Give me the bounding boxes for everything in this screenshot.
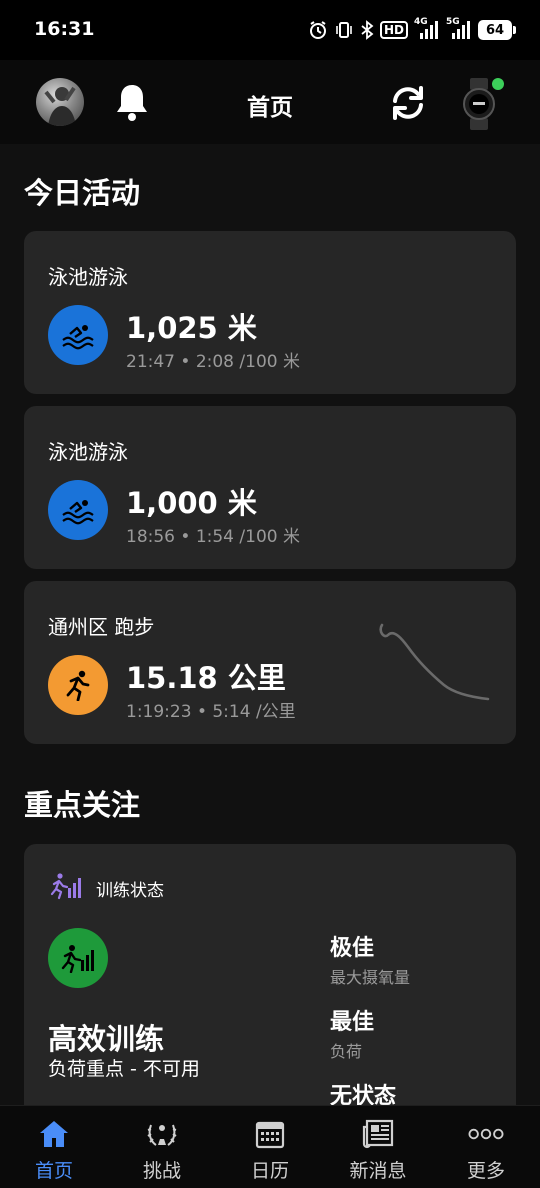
- swimming-icon: [48, 305, 108, 365]
- activity-title: 通州区 跑步: [48, 615, 155, 639]
- alarm-icon: [308, 20, 328, 40]
- productive-training-icon: [48, 928, 108, 988]
- activity-detail: 1:19:23 • 5:14 /公里: [126, 702, 296, 722]
- status-bar: 16:31 HD 4G 5G 64: [0, 0, 540, 60]
- bottom-navigation: 首页 挑战 日历 新消息 更多: [0, 1105, 540, 1188]
- page-title: 首页: [247, 95, 293, 121]
- status-time: 16:31: [34, 18, 95, 40]
- nav-label: 新消息: [349, 1160, 407, 1182]
- route-map-thumbnail: [379, 623, 490, 701]
- status-icons: HD 4G 5G 64: [308, 16, 516, 44]
- nav-label: 首页: [34, 1160, 73, 1182]
- metric-label: 最大摄氧量: [330, 968, 411, 987]
- nav-label: 日历: [250, 1160, 289, 1182]
- laurel-icon: [144, 1118, 180, 1150]
- activity-detail: 21:47 • 2:08 /100 米: [126, 352, 300, 372]
- running-icon: [48, 655, 108, 715]
- nav-news[interactable]: 新消息: [324, 1106, 432, 1188]
- metric-label: 负荷: [330, 1042, 363, 1061]
- swimming-icon: [48, 480, 108, 540]
- activity-card[interactable]: 通州区 跑步 15.18 公里 1:19:23 • 5:14 /公里: [24, 581, 516, 744]
- watch-device-icon[interactable]: [462, 78, 496, 130]
- training-status-icon: [50, 872, 82, 900]
- metric-value: 极佳: [330, 936, 375, 961]
- news-icon: [360, 1118, 396, 1150]
- hd-badge: HD: [379, 21, 408, 39]
- activity-detail: 18:56 • 1:54 /100 米: [126, 527, 300, 547]
- metric-value: 最佳: [330, 1010, 375, 1035]
- more-icon: [468, 1118, 504, 1150]
- activity-distance: 15.18 公里: [126, 661, 286, 695]
- signal-4g-icon: 4G: [414, 17, 440, 41]
- watch-connected-dot: [492, 78, 504, 90]
- home-icon: [36, 1118, 72, 1150]
- vibrate-icon: [334, 20, 354, 40]
- nav-challenges[interactable]: 挑战: [108, 1106, 216, 1188]
- today-section-title: 今日活动: [24, 176, 141, 210]
- focus-section-title: 重点关注: [24, 788, 141, 822]
- activity-title: 泳池游泳: [48, 265, 128, 289]
- battery-indicator: 64: [478, 20, 516, 40]
- nav-calendar[interactable]: 日历: [216, 1106, 324, 1188]
- nav-more[interactable]: 更多: [432, 1106, 540, 1188]
- activity-card[interactable]: 泳池游泳 1,025 米 21:47 • 2:08 /100 米: [24, 231, 516, 394]
- activity-distance: 1,025 米: [126, 311, 257, 345]
- network-type-label: 4G: [414, 17, 428, 27]
- metric-vo2max: 极佳 最大摄氧量: [330, 930, 410, 988]
- nav-home[interactable]: 首页: [0, 1106, 108, 1188]
- training-status-header: 训练状态: [96, 881, 164, 901]
- signal-5g-icon: 5G: [446, 17, 472, 41]
- sync-icon[interactable]: [387, 82, 429, 124]
- training-status-card[interactable]: 训练状态 高效训练 负荷重点 - 不可用 极佳 最大摄氧量 最佳 负荷 无状态: [24, 844, 516, 1134]
- bluetooth-icon: [360, 20, 374, 40]
- nav-label: 更多: [466, 1160, 505, 1182]
- app-bar: 首页: [0, 60, 540, 144]
- metric-load: 最佳 负荷: [330, 1004, 374, 1062]
- activity-distance: 1,000 米: [126, 486, 257, 520]
- activity-title: 泳池游泳: [48, 440, 128, 464]
- calendar-icon: [252, 1118, 288, 1150]
- nav-label: 挑战: [142, 1160, 181, 1182]
- training-status-subtitle: 负荷重点 - 不可用: [48, 1058, 200, 1080]
- network-type-label-2: 5G: [446, 17, 460, 27]
- training-status-value: 高效训练: [48, 1022, 165, 1056]
- activity-card[interactable]: 泳池游泳 1,000 米 18:56 • 1:54 /100 米: [24, 406, 516, 569]
